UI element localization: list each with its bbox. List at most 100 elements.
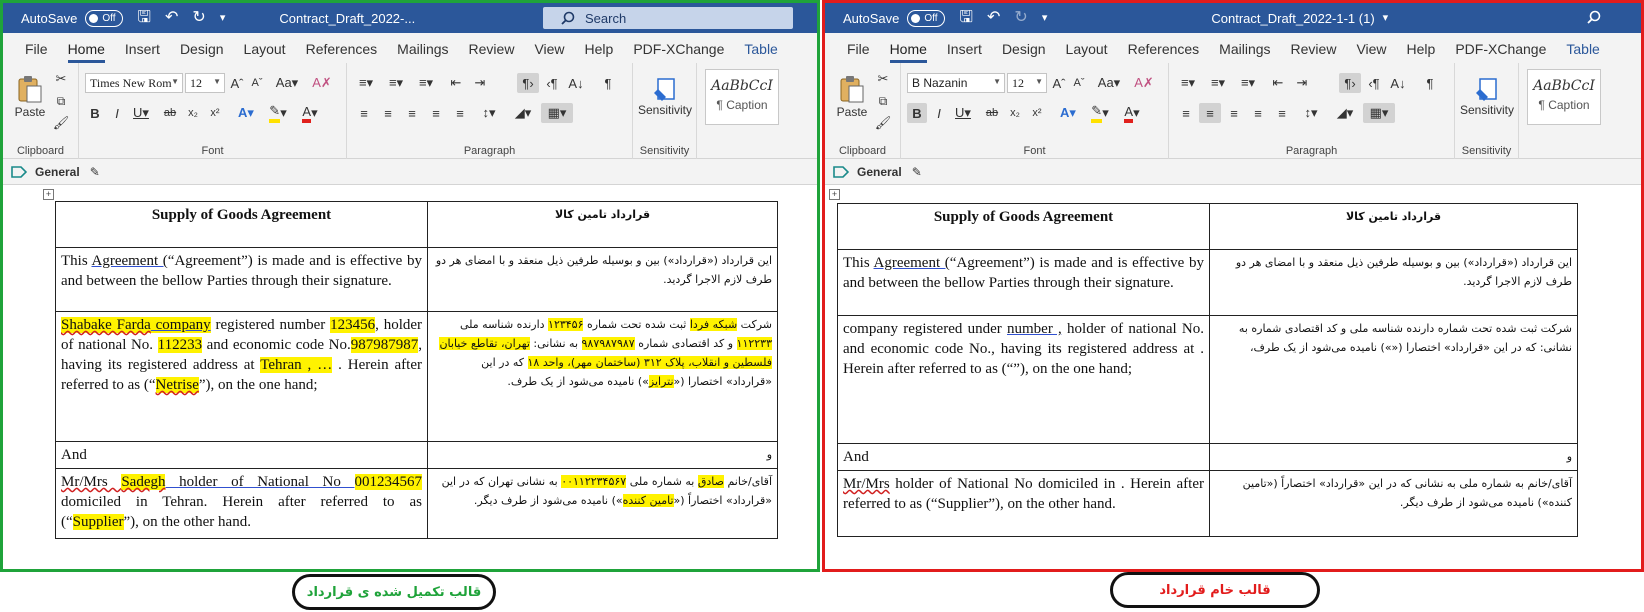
edit-pencil-icon[interactable]: ✎ xyxy=(90,165,100,179)
sort-icon[interactable]: A↓ xyxy=(565,73,587,93)
party1-en-cell[interactable]: Shabake Farda company registered number … xyxy=(55,311,428,442)
tab-table[interactable]: Table xyxy=(1556,41,1609,63)
table-move-handle[interactable]: + xyxy=(829,189,840,200)
line-spacing-icon[interactable]: ↕▾ xyxy=(1297,103,1325,123)
tab-help[interactable]: Help xyxy=(575,41,624,63)
tab-home[interactable]: Home xyxy=(880,41,937,63)
redo-icon[interactable]: ↻ xyxy=(192,10,205,26)
change-case-icon[interactable]: Aa▾ xyxy=(273,73,301,93)
font-color-icon[interactable]: A ▾ xyxy=(297,103,323,123)
intro-en-cell[interactable]: This Agreement (“Agreement”) is made and… xyxy=(837,249,1210,316)
intro-fa-cell[interactable]: این قرارداد («قرارداد») بین و بوسیله طرف… xyxy=(1209,249,1578,316)
sensitivity-button[interactable]: Sensitivity xyxy=(1459,69,1515,125)
sensitivity-tag[interactable]: General xyxy=(857,165,902,179)
autosave-toggle[interactable]: Off xyxy=(907,9,946,27)
font-color-icon[interactable]: A ▾ xyxy=(1119,103,1145,123)
rtl-direction-icon[interactable]: ‹¶ xyxy=(541,73,563,93)
tab-file[interactable]: File xyxy=(837,41,880,63)
strikethrough-button[interactable]: ab xyxy=(981,103,1003,123)
align-left-icon[interactable]: ≡ xyxy=(353,103,375,123)
paste-button[interactable]: Paste xyxy=(835,69,869,125)
tab-insert[interactable]: Insert xyxy=(937,41,992,63)
style-caption[interactable]: AaBbCcI ¶ Caption xyxy=(705,69,779,125)
intro-en-cell[interactable]: This Agreement (“Agreement”) is made and… xyxy=(55,247,428,312)
grow-font-icon[interactable]: Aˆ xyxy=(1049,73,1069,93)
clear-formatting-icon[interactable]: A✗ xyxy=(311,73,333,93)
clear-formatting-icon[interactable]: A✗ xyxy=(1133,73,1155,93)
sensitivity-tag[interactable]: General xyxy=(35,165,80,179)
distributed-icon[interactable]: ≡ xyxy=(1271,103,1293,123)
highlight-color-icon[interactable]: ✎ ▾ xyxy=(1087,103,1113,123)
customize-qat-icon[interactable]: ▾ xyxy=(220,12,226,24)
italic-button[interactable]: I xyxy=(107,103,127,123)
and-fa-cell[interactable]: و xyxy=(1209,443,1578,471)
shading-icon[interactable]: ◢▾ xyxy=(509,103,537,123)
font-name-select[interactable]: B Nazanin ▼ xyxy=(907,73,1005,93)
bullets-icon[interactable]: ≡▾ xyxy=(1175,73,1201,93)
font-size-select[interactable]: 12 ▼ xyxy=(1007,73,1047,93)
sensitivity-button[interactable]: Sensitivity xyxy=(637,69,693,125)
party1-fa-cell[interactable]: شرکت شبکه فردا ثبت شده تحت شماره ۱۲۳۴۵۶ … xyxy=(427,311,778,442)
underline-button[interactable]: U▾ xyxy=(951,103,975,123)
font-name-select[interactable]: Times New Rom ▼ xyxy=(85,73,183,93)
title-en-cell[interactable]: Supply of Goods Agreement xyxy=(55,201,428,248)
party2-en-cell[interactable]: Mr/Mrs holder of National No domiciled i… xyxy=(837,470,1210,537)
and-fa-cell[interactable]: و xyxy=(427,441,778,469)
superscript-button[interactable]: x² xyxy=(1027,103,1047,123)
tab-table[interactable]: Table xyxy=(734,41,787,63)
table-move-handle[interactable]: + xyxy=(43,189,54,200)
numbering-icon[interactable]: ≡▾ xyxy=(383,73,409,93)
tab-review[interactable]: Review xyxy=(459,41,525,63)
tab-design[interactable]: Design xyxy=(992,41,1056,63)
agreement-link[interactable]: Agreement ( xyxy=(874,255,950,271)
strikethrough-button[interactable]: ab xyxy=(159,103,181,123)
ltr-direction-icon[interactable]: ¶› xyxy=(517,73,539,93)
intro-fa-cell[interactable]: این قرارداد («قرارداد») بین و بوسیله طرف… xyxy=(427,247,778,312)
bullets-icon[interactable]: ≡▾ xyxy=(353,73,379,93)
party1-fa-cell[interactable]: شرکت ثبت شده تحت شماره دارنده شناسه ملی … xyxy=(1209,315,1578,444)
undo-icon[interactable]: ↶ xyxy=(987,10,1000,26)
multilevel-list-icon[interactable]: ≡▾ xyxy=(413,73,439,93)
tab-file[interactable]: File xyxy=(15,41,58,63)
title-en-cell[interactable]: Supply of Goods Agreement xyxy=(837,203,1210,250)
borders-icon[interactable]: ▦▾ xyxy=(541,103,573,123)
tab-home[interactable]: Home xyxy=(58,41,115,63)
tab-review[interactable]: Review xyxy=(1281,41,1347,63)
subscript-button[interactable]: x₂ xyxy=(183,103,203,123)
tab-insert[interactable]: Insert xyxy=(115,41,170,63)
increase-indent-icon[interactable]: ⇥ xyxy=(469,73,491,93)
tab-layout[interactable]: Layout xyxy=(234,41,296,63)
sort-icon[interactable]: A↓ xyxy=(1387,73,1409,93)
rtl-direction-icon[interactable]: ‹¶ xyxy=(1363,73,1385,93)
tab-mailings[interactable]: Mailings xyxy=(1209,41,1280,63)
justify-icon[interactable]: ≡ xyxy=(1247,103,1269,123)
autosave-toggle[interactable]: Off xyxy=(85,9,124,27)
shrink-font-icon[interactable]: Aˇ xyxy=(247,73,267,93)
tab-view[interactable]: View xyxy=(1346,41,1396,63)
copy-icon[interactable]: ⧉ xyxy=(875,93,891,109)
show-formatting-icon[interactable]: ¶ xyxy=(1419,73,1441,93)
bold-button[interactable]: B xyxy=(907,103,927,123)
line-spacing-icon[interactable]: ↕▾ xyxy=(475,103,503,123)
distributed-icon[interactable]: ≡ xyxy=(449,103,471,123)
cut-icon[interactable]: ✂ xyxy=(875,71,891,87)
justify-icon[interactable]: ≡ xyxy=(425,103,447,123)
show-formatting-icon[interactable]: ¶ xyxy=(597,73,619,93)
tab-design[interactable]: Design xyxy=(170,41,234,63)
shrink-font-icon[interactable]: Aˇ xyxy=(1069,73,1089,93)
party1-en-cell[interactable]: company registered under number , holder… xyxy=(837,315,1210,444)
edit-pencil-icon[interactable]: ✎ xyxy=(912,165,922,179)
tab-pdf-xchange[interactable]: PDF-XChange xyxy=(1445,41,1556,63)
increase-indent-icon[interactable]: ⇥ xyxy=(1291,73,1313,93)
and-en-cell[interactable]: And xyxy=(55,441,428,469)
and-en-cell[interactable]: And xyxy=(837,443,1210,471)
format-painter-icon[interactable]: 🖌 xyxy=(53,115,70,131)
redo-icon[interactable]: ↻ xyxy=(1014,10,1027,26)
underline-button[interactable]: U▾ xyxy=(129,103,153,123)
text-effects-icon[interactable]: A▾ xyxy=(233,103,259,123)
borders-icon[interactable]: ▦▾ xyxy=(1363,103,1395,123)
numbering-icon[interactable]: ≡▾ xyxy=(1205,73,1231,93)
save-icon[interactable]: 🖫 xyxy=(959,10,973,26)
ltr-direction-icon[interactable]: ¶› xyxy=(1339,73,1361,93)
undo-icon[interactable]: ↶ xyxy=(165,10,178,26)
